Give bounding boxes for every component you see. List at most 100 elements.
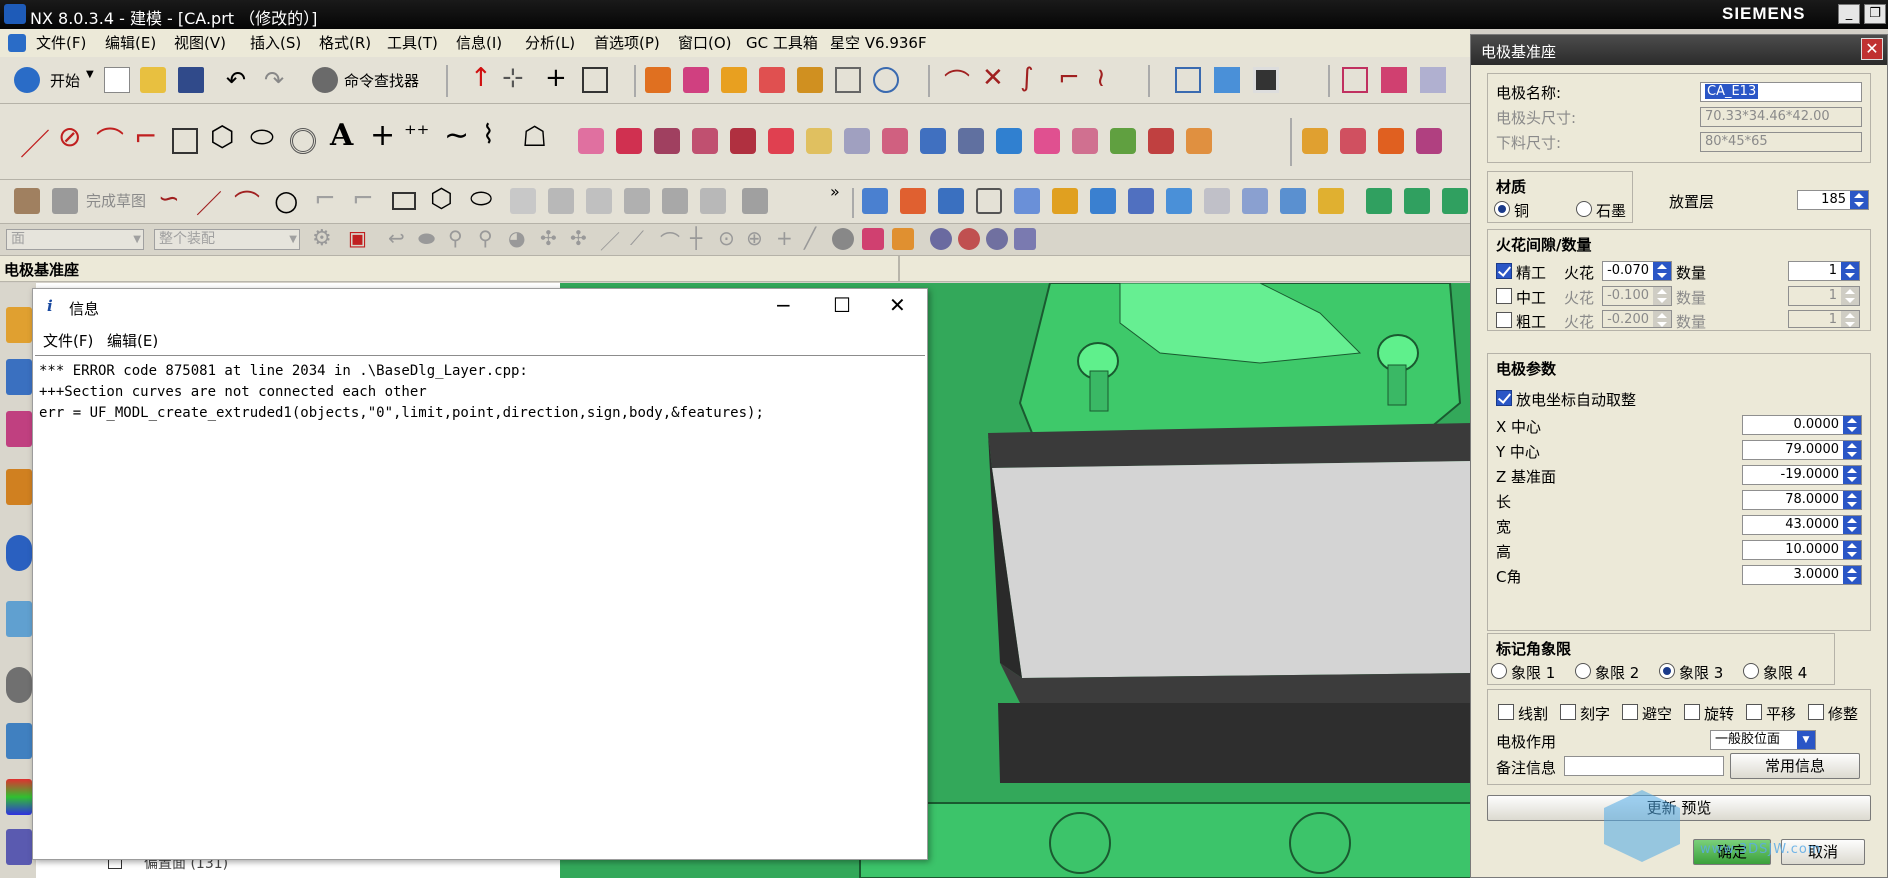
feature-tool-1[interactable] — [862, 188, 888, 214]
view-icon-2[interactable] — [1381, 67, 1407, 93]
sketch-tool-7[interactable] — [742, 188, 768, 214]
fillet-curve-icon[interactable]: ⌐ — [134, 120, 157, 153]
sketch-arc-icon[interactable]: ⌒ — [234, 184, 260, 221]
param-width-spinner-icon[interactable] — [1843, 516, 1861, 534]
snap-point-icon-6[interactable]: ┼ — [690, 226, 702, 250]
snap-point-icon-4[interactable]: ⟋ — [630, 226, 644, 250]
curve-tool-9[interactable] — [882, 128, 908, 154]
param-y-center-spinner-icon[interactable] — [1843, 441, 1861, 459]
feature-icon-2[interactable] — [683, 67, 709, 93]
snap-point-icon-16[interactable] — [986, 228, 1008, 250]
usage-dropdown[interactable]: 一般胶位面 ▼ — [1710, 730, 1816, 750]
option-trim-checkbox[interactable] — [1808, 704, 1824, 720]
snap-point-icon-15[interactable] — [958, 228, 980, 250]
param-height-spinner-icon[interactable] — [1843, 541, 1861, 559]
feature-tool-2[interactable] — [900, 188, 926, 214]
resource-icon-4[interactable] — [6, 469, 32, 505]
param-field-y-center[interactable]: 79.0000 — [1742, 440, 1862, 460]
selection-tool-icon[interactable]: ⚙ — [312, 226, 332, 251]
sketch-rectangle-icon[interactable] — [392, 192, 416, 210]
view-icon-3[interactable] — [1420, 67, 1446, 93]
curve-tool-7[interactable] — [806, 128, 832, 154]
background-icon[interactable] — [1253, 67, 1279, 93]
curve-tool-8[interactable] — [844, 128, 870, 154]
sketch-circle-icon[interactable]: ○ — [274, 184, 298, 217]
feature-icon-3[interactable] — [721, 67, 747, 93]
curve-tool-15[interactable] — [1110, 128, 1136, 154]
info-menu-file[interactable]: 文件(F) — [43, 330, 93, 351]
quadrant-3-radio[interactable] — [1659, 663, 1675, 679]
curve-edit-icon-2[interactable]: ⌐ — [1058, 63, 1080, 93]
sketch-tool-1[interactable] — [510, 188, 536, 214]
menu-insert[interactable]: 插入(S) — [250, 32, 301, 53]
snap-icon-4[interactable]: ⚲ — [478, 226, 493, 250]
minimize-icon[interactable]: − — [775, 293, 792, 317]
common-info-button[interactable]: 常用信息 — [1730, 753, 1860, 779]
menu-preferences[interactable]: 首选项(P) — [594, 32, 660, 53]
feature-tool-16[interactable] — [1442, 188, 1468, 214]
assembly-scope-dropdown[interactable]: 整个装配 ▼ — [154, 229, 300, 250]
auto-adjust-checkbox[interactable] — [1496, 390, 1512, 406]
snap-point-icon-12[interactable] — [862, 228, 884, 250]
menu-info[interactable]: 信息(I) — [456, 32, 502, 53]
text-icon[interactable]: A — [330, 118, 353, 153]
feature-tool-3[interactable] — [938, 188, 964, 214]
param-field-z-base[interactable]: -19.0000 — [1742, 465, 1862, 485]
curve-edit-icon-1[interactable]: ∫ — [1020, 63, 1034, 93]
sketch-polygon-icon[interactable]: ⬡ — [430, 184, 453, 214]
quadrant-4-radio[interactable] — [1743, 663, 1759, 679]
feature-tool-13[interactable] — [1318, 188, 1344, 214]
start-dropdown-icon[interactable]: ▼ — [86, 69, 94, 80]
menu-xingkong[interactable]: 星空 V6.936F — [830, 32, 927, 53]
feature-tool-10[interactable] — [1204, 188, 1230, 214]
curve-tool-13[interactable] — [1034, 128, 1060, 154]
minimize-icon[interactable]: _ — [1838, 4, 1860, 24]
start-icon[interactable] — [14, 67, 40, 93]
feature-tool-12[interactable] — [1280, 188, 1306, 214]
param-z-base-spinner-icon[interactable] — [1843, 466, 1861, 484]
sketch-ellipse-icon[interactable]: ⬭ — [470, 184, 492, 215]
rectangle-icon[interactable] — [172, 128, 198, 154]
sketch-fillet-icon[interactable]: ⌐ — [314, 184, 336, 214]
curve-tool-14[interactable] — [1072, 128, 1098, 154]
point-set-icon[interactable]: + — [370, 118, 395, 153]
snap-point-icon-10[interactable]: ╱ — [804, 226, 816, 250]
command-finder-button[interactable]: 命令查找器 — [344, 70, 419, 91]
layer-spinner-icon[interactable] — [1850, 191, 1868, 209]
remark-field[interactable] — [1564, 756, 1724, 776]
polygon-icon[interactable]: ⬡ — [210, 120, 234, 153]
curve-tool-3[interactable] — [654, 128, 680, 154]
snap-icon-5[interactable]: ◕ — [508, 226, 525, 250]
snap-point-icon-17[interactable] — [1014, 228, 1036, 250]
rough-checkbox[interactable] — [1496, 312, 1512, 328]
snap-point-icon-3[interactable]: ／ — [600, 226, 620, 255]
snap-point-icon-8[interactable]: ⊕ — [746, 226, 763, 250]
material-copper-radio[interactable] — [1494, 201, 1510, 217]
quadrant-2-radio[interactable] — [1575, 663, 1591, 679]
curve-tool-10[interactable] — [920, 128, 946, 154]
close-icon[interactable]: ✕ — [889, 293, 906, 317]
spline-icon[interactable]: ∼ — [444, 118, 469, 153]
finish-spark-field[interactable]: -0.070 — [1602, 261, 1672, 281]
curve-tool-1[interactable] — [578, 128, 604, 154]
menu-file[interactable]: 文件(F) — [36, 32, 86, 53]
open-folder-icon[interactable] — [140, 67, 166, 93]
param-field-chamfer[interactable]: 3.0000 — [1742, 565, 1862, 585]
curve-tool-17[interactable] — [1186, 128, 1212, 154]
curve-tool-2[interactable] — [616, 128, 642, 154]
feature-tool-15[interactable] — [1404, 188, 1430, 214]
curve-tool-4[interactable] — [692, 128, 718, 154]
feature-icon-5[interactable] — [797, 67, 823, 93]
sketch-line-icon[interactable]: ／ — [196, 184, 222, 221]
feature-tool-6[interactable] — [1052, 188, 1078, 214]
save-icon[interactable] — [178, 67, 204, 93]
curve-tool-21[interactable] — [1416, 128, 1442, 154]
maximize-icon[interactable]: ☐ — [833, 293, 851, 317]
feature-icon-1[interactable] — [645, 67, 671, 93]
snap-point-icon-1[interactable]: ✣ — [540, 226, 557, 250]
point-icon[interactable]: + — [545, 63, 567, 93]
datum-csys-icon[interactable]: ⊹ — [502, 63, 524, 93]
sketch-tool-6[interactable] — [700, 188, 726, 214]
snap-point-icon-9[interactable]: + — [776, 226, 793, 250]
info-text-area[interactable]: *** ERROR code 875081 at line 2034 in .\… — [35, 355, 925, 857]
